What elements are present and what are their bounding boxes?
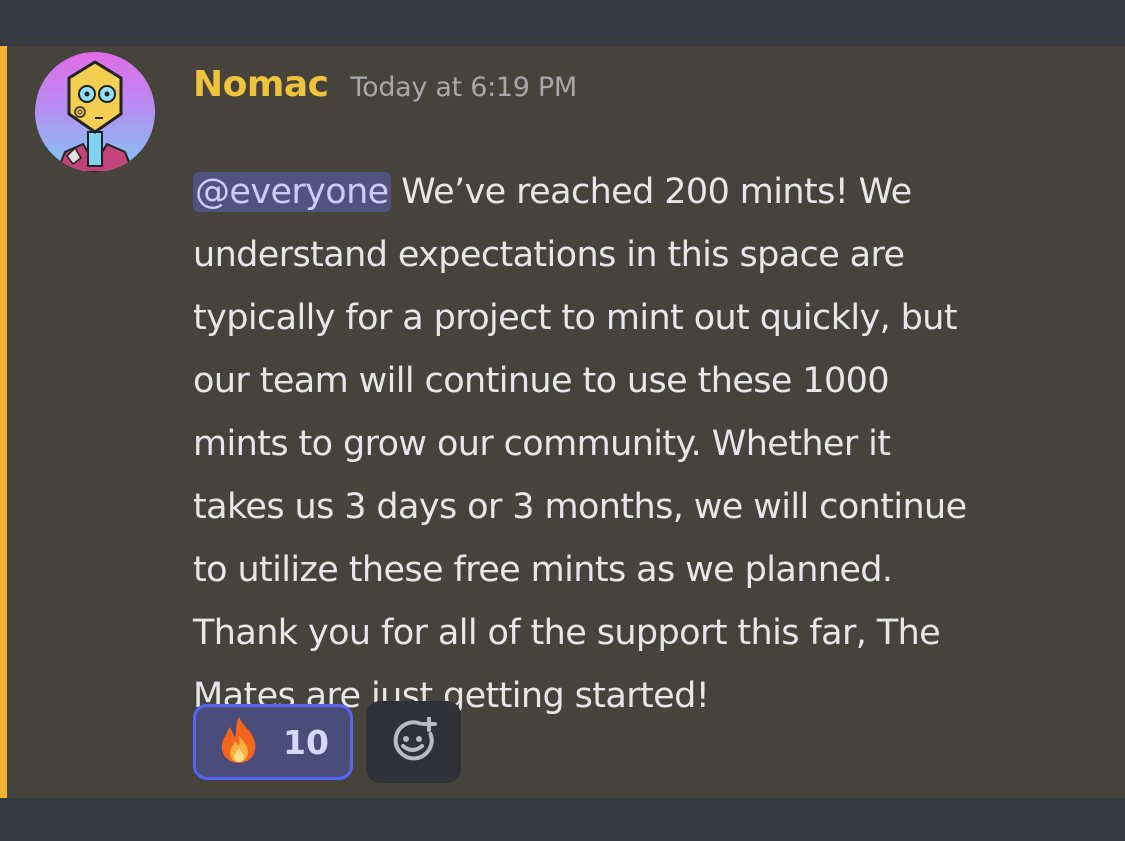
- message-line-text: We’ve reached 200 mints! We: [390, 172, 912, 212]
- message-line: our team will continue to use these 1000: [193, 361, 890, 401]
- message-line: @everyone We’ve reached 200 mints! We: [193, 161, 1098, 224]
- fire-icon: [217, 715, 261, 769]
- username[interactable]: Nomac: [193, 64, 329, 105]
- message-line: to utilize these free mints as we planne…: [193, 550, 893, 590]
- fire-reaction-button[interactable]: 10: [193, 704, 353, 780]
- message-line: takes us 3 days or 3 months, we will con…: [193, 487, 967, 527]
- reaction-count: 10: [283, 722, 329, 762]
- avatar-character-icon: [55, 60, 135, 172]
- message-line: understand expectations in this space ar…: [193, 235, 905, 275]
- message-line: mints to grow our community. Whether it: [193, 424, 891, 464]
- avatar[interactable]: [35, 52, 155, 172]
- timestamp[interactable]: Today at 6:19 PM: [351, 72, 578, 103]
- reactions-bar: 10: [193, 701, 461, 783]
- message-line: Thank you for all of the support this fa…: [193, 613, 941, 653]
- add-reaction-icon: [391, 716, 437, 767]
- message-line: typically for a project to mint out quic…: [193, 298, 958, 338]
- everyone-mention[interactable]: @everyone: [193, 172, 391, 212]
- chat-window: Nomac Today at 6:19 PM @everyone We’ve r…: [0, 0, 1125, 841]
- add-reaction-button[interactable]: [366, 701, 461, 783]
- message-content: @everyone We’ve reached 200 mints! We un…: [193, 161, 1098, 728]
- mention-highlight-bar: [0, 46, 7, 798]
- message[interactable]: Nomac Today at 6:19 PM @everyone We’ve r…: [0, 46, 1125, 798]
- message-header: Nomac Today at 6:19 PM: [193, 64, 577, 105]
